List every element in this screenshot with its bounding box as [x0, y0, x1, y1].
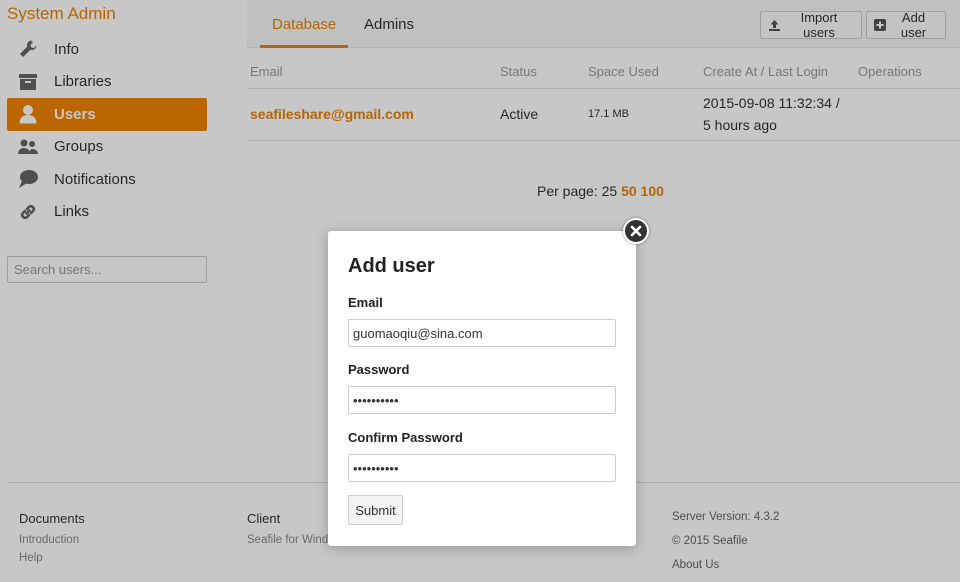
email-field[interactable] [348, 319, 616, 347]
confirm-password-field[interactable] [348, 454, 616, 482]
add-user-dialog: Add user Email Password Confirm Password… [328, 231, 636, 546]
close-dialog-button[interactable] [623, 218, 649, 244]
password-label: Password [348, 362, 410, 377]
email-label: Email [348, 295, 383, 310]
close-icon [630, 225, 642, 237]
password-field[interactable] [348, 386, 616, 414]
dialog-title: Add user [348, 255, 435, 277]
submit-button[interactable]: Submit [348, 495, 403, 525]
confirm-password-label: Confirm Password [348, 430, 463, 445]
